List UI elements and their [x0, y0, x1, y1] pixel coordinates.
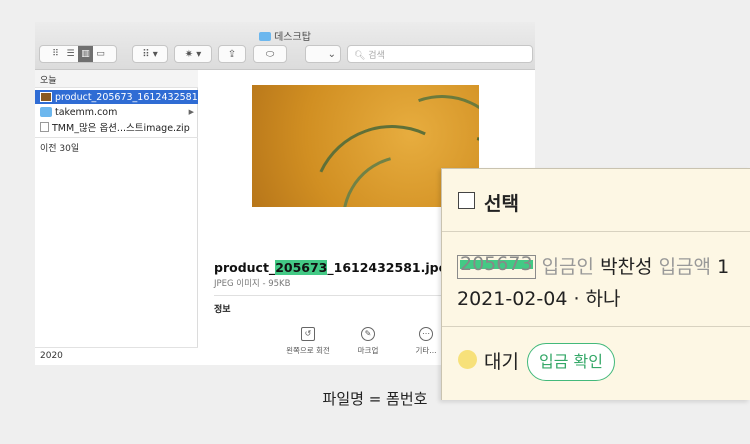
folder-icon	[40, 107, 52, 117]
file-number-highlight: 205673	[275, 260, 328, 275]
share-icon: ⇪	[227, 48, 237, 60]
preview-file-meta: JPEG 이미지 - 95KB	[214, 279, 291, 289]
order-number-box: 205673	[457, 255, 536, 279]
year-footer: 2020	[35, 347, 198, 365]
status-dot-icon	[458, 350, 477, 369]
today-header: 오늘	[35, 70, 198, 88]
file-row-takemm-folder[interactable]: takemm.com ▶	[35, 105, 198, 119]
caption: 파일명 = 폼번호	[322, 390, 428, 408]
amount-label: 입금액	[658, 256, 712, 278]
window-title: 데스크탑	[35, 28, 535, 43]
select-label: 선택	[484, 193, 519, 215]
divider	[442, 231, 750, 232]
finder-toolbar: 데스크탑 ⠿ ☰ ▥ ▭ ⠿ ▾ ✷ ▾ ⇪ ⬭ ⌄ 🔍︎ 검색	[35, 22, 535, 70]
order-number: 205673	[460, 253, 533, 275]
gear-icon: ✷ ▾	[184, 48, 202, 60]
amount-value: 1	[717, 256, 730, 278]
zip-file-icon	[40, 122, 49, 132]
search-input[interactable]: 🔍︎ 검색	[347, 45, 533, 63]
confirm-deposit-button[interactable]: 입금 확인	[527, 343, 615, 381]
chevron-down-icon: ⌄	[327, 48, 336, 60]
info-label: 정보	[214, 305, 231, 315]
markup-icon: ✎	[361, 327, 375, 341]
order-info-row: 205673 입금인 박찬성 입금액 1	[457, 252, 729, 279]
gallery-view-icon[interactable]: ▭	[93, 46, 108, 62]
divider	[442, 326, 750, 327]
payment-card: 선택 205673 입금인 박찬성 입금액 1 2021-02-04 · 하나 …	[441, 168, 750, 400]
depositor-name: 박찬성	[600, 256, 653, 278]
more-icon: ⋯	[419, 327, 433, 341]
depositor-label: 입금인	[541, 256, 595, 278]
image-file-icon	[40, 92, 52, 102]
group-button[interactable]: ⠿ ▾	[132, 45, 168, 63]
icon-view-icon[interactable]: ⠿	[48, 46, 63, 62]
preview-file-name: product_205673_1612432581.jpeg	[214, 260, 457, 275]
date-bank-line: 2021-02-04 · 하나	[457, 288, 621, 310]
view-mode-switch[interactable]: ⠿ ☰ ▥ ▭	[39, 45, 117, 63]
tag-button[interactable]: ⬭	[253, 45, 287, 63]
path-dropdown[interactable]: ⌄	[305, 45, 341, 63]
chevron-right-icon: ▶	[188, 108, 194, 116]
folder-icon	[259, 32, 272, 41]
share-button[interactable]: ⇪	[218, 45, 246, 63]
column-view-icon[interactable]: ▥	[78, 46, 93, 62]
markup-button[interactable]: ✎ 마크업	[338, 327, 398, 356]
file-row-zip[interactable]: TMM_많은 옵션...스트image.zip	[35, 120, 198, 134]
select-checkbox[interactable]	[458, 192, 475, 209]
list-view-icon[interactable]: ☰	[63, 46, 78, 62]
tag-icon: ⬭	[265, 48, 275, 60]
rotate-left-button[interactable]: ↺ 왼쪽으로 회전	[278, 327, 338, 356]
file-row-product-jpeg[interactable]: product_205673_1612432581.jpeg	[35, 90, 223, 104]
status-text: 대기	[484, 351, 519, 373]
action-button[interactable]: ✷ ▾	[174, 45, 212, 63]
search-icon: 🔍︎	[354, 51, 369, 61]
rotate-left-icon: ↺	[301, 327, 315, 341]
prev30-header: 이전 30일	[35, 137, 198, 154]
grid-icon: ⠿ ▾	[142, 48, 158, 60]
file-column: 오늘 product_205673_1612432581.jpeg takemm…	[35, 70, 223, 365]
